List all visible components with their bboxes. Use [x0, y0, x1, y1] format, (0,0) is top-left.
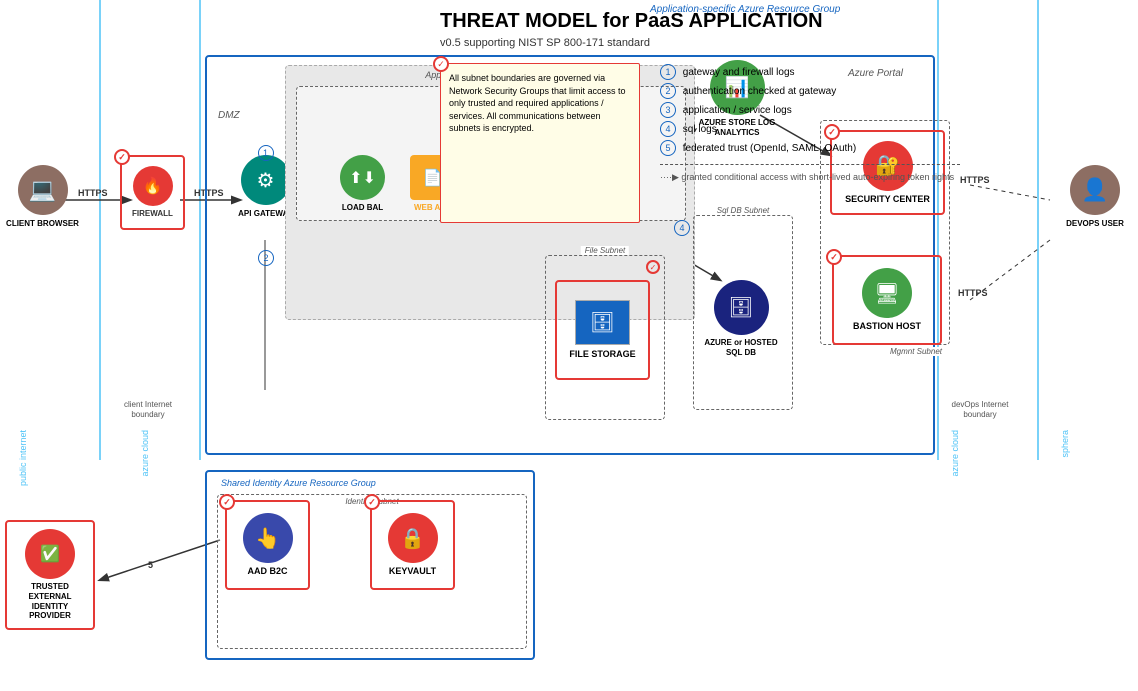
client-browser: 💻 CLIENT BROWSER — [5, 165, 80, 229]
bastion-host-box: ✓ 🖥 BASTION HOST — [832, 255, 942, 345]
aad-checkmark: ✓ — [219, 494, 235, 510]
https-label-bastion: HTTPS — [958, 288, 988, 298]
label-azure-cloud-left: azure cloud — [140, 430, 150, 477]
trusted-external-box: ✅ TRUSTED EXTERNAL IDENTITY PROVIDER — [5, 520, 95, 630]
diagram-container: Application-specific Azure Resource Grou… — [0, 0, 1138, 691]
arrow-5-label: 5 — [148, 560, 153, 570]
legend-item-5: 5 federated trust (OpenId, SAML, OAuth) — [660, 139, 960, 158]
devops-internet-boundary: devOps Internet boundary — [940, 400, 1020, 421]
legend-items: 1 gateway and firewall logs 2 authentica… — [660, 63, 960, 223]
legend-item-4: 4 sql logs — [660, 120, 960, 139]
dashed-arrow-legend: ····▶ granted conditional access with sh… — [660, 164, 960, 186]
label-azure-cloud-right: azure cloud — [950, 430, 960, 477]
bastion-checkmark: ✓ — [826, 249, 842, 265]
threat-model-section: THREAT MODEL for PaaS APPLICATION v0.5 s… — [440, 10, 1120, 230]
https-label-client-fw: HTTPS — [78, 188, 108, 198]
firewall-checkmark: ✓ — [114, 149, 130, 165]
notes-box: ✓ All subnet boundaries are governed via… — [440, 63, 640, 223]
file-storage-box: 🗄 FILE STORAGE — [555, 280, 650, 380]
aad-b2c-box: ✓ 👆 AAD B2C — [225, 500, 310, 590]
firewall-box: ✓ 🔥 FIREWALL — [120, 155, 185, 230]
threat-subtitle: v0.5 supporting NIST SP 800-171 standard — [440, 37, 1120, 49]
label-public-internet: public internet — [18, 430, 28, 486]
client-internet-boundary: client Internet boundary — [108, 400, 188, 421]
load-bal-1: ⬆⬇ LOAD BAL — [330, 155, 395, 213]
keyvault-box: ✓ 🔒 KEYVAULT — [370, 500, 455, 590]
label-sphera: sphera — [1060, 430, 1070, 458]
legend-item-1: 1 gateway and firewall logs — [660, 63, 960, 82]
keyvault-checkmark: ✓ — [364, 494, 380, 510]
azure-hosted-sql: 🗄 AZURE or HOSTED SQL DB — [696, 280, 786, 357]
legend-item-2: 2 authentication checked at gateway — [660, 82, 960, 101]
legend-item-3: 3 application / service logs — [660, 101, 960, 120]
threat-title: THREAT MODEL for PaaS APPLICATION — [440, 10, 1120, 33]
